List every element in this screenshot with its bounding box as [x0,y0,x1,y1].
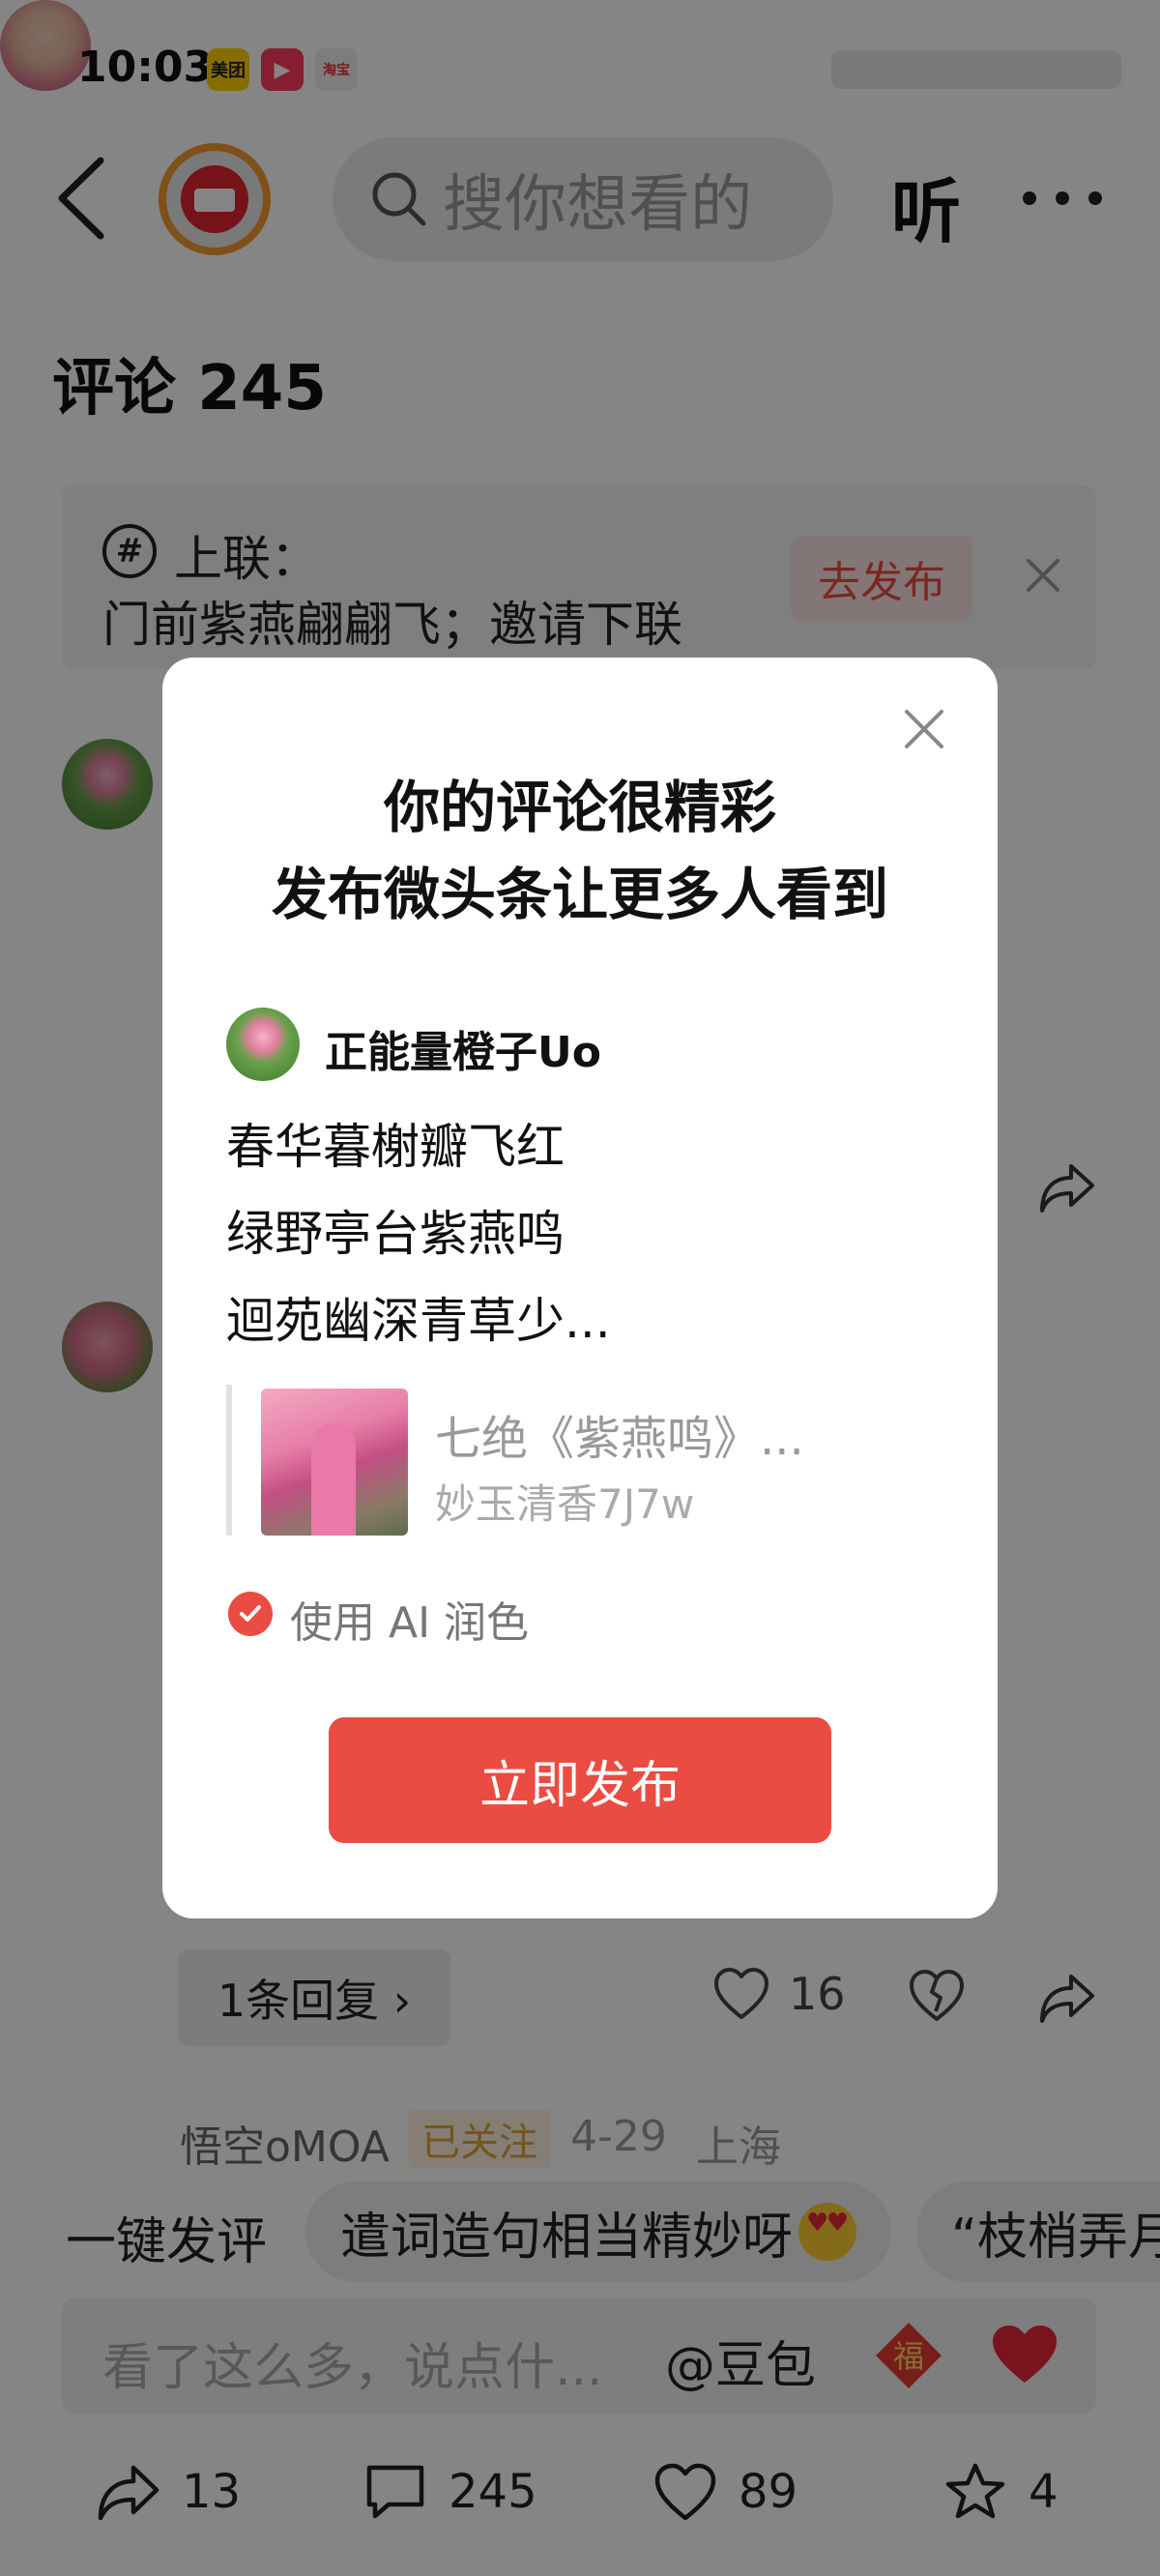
article-thumbnail [261,1389,408,1536]
dialog-title: 你的评论很精彩 发布微头条让更多人看到 [162,764,998,938]
article-author: 妙玉清香7J7w [435,1480,695,1528]
dialog-title-line2: 发布微头条让更多人看到 [271,862,888,927]
ai-polish-label[interactable]: 使用 AI 润色 [290,1588,529,1650]
close-icon[interactable] [901,706,947,752]
referenced-article[interactable]: 七绝《紫燕鸣》... 妙玉清香7J7w [226,1385,922,1536]
author-name: 正能量橙子Uo [325,1028,601,1077]
author-avatar [226,1008,300,1081]
comment-line: 绿野亭台紫燕鸣 [226,1206,565,1262]
checkmark-icon [240,1605,261,1622]
article-title: 七绝《紫燕鸣》... [435,1412,804,1466]
publish-now-button[interactable]: 立即发布 [329,1717,831,1843]
dialog-title-line1: 你的评论很精彩 [383,775,776,840]
publish-micro-post-dialog: 你的评论很精彩 发布微头条让更多人看到 正能量橙子Uo 春华暮榭瓣飞红 绿野亭台… [162,658,998,1918]
comment-line: 春华暮榭瓣飞红 [226,1119,565,1175]
comment-line: 迴苑幽深青草少... [226,1293,611,1349]
ai-polish-checkbox[interactable] [228,1592,273,1636]
